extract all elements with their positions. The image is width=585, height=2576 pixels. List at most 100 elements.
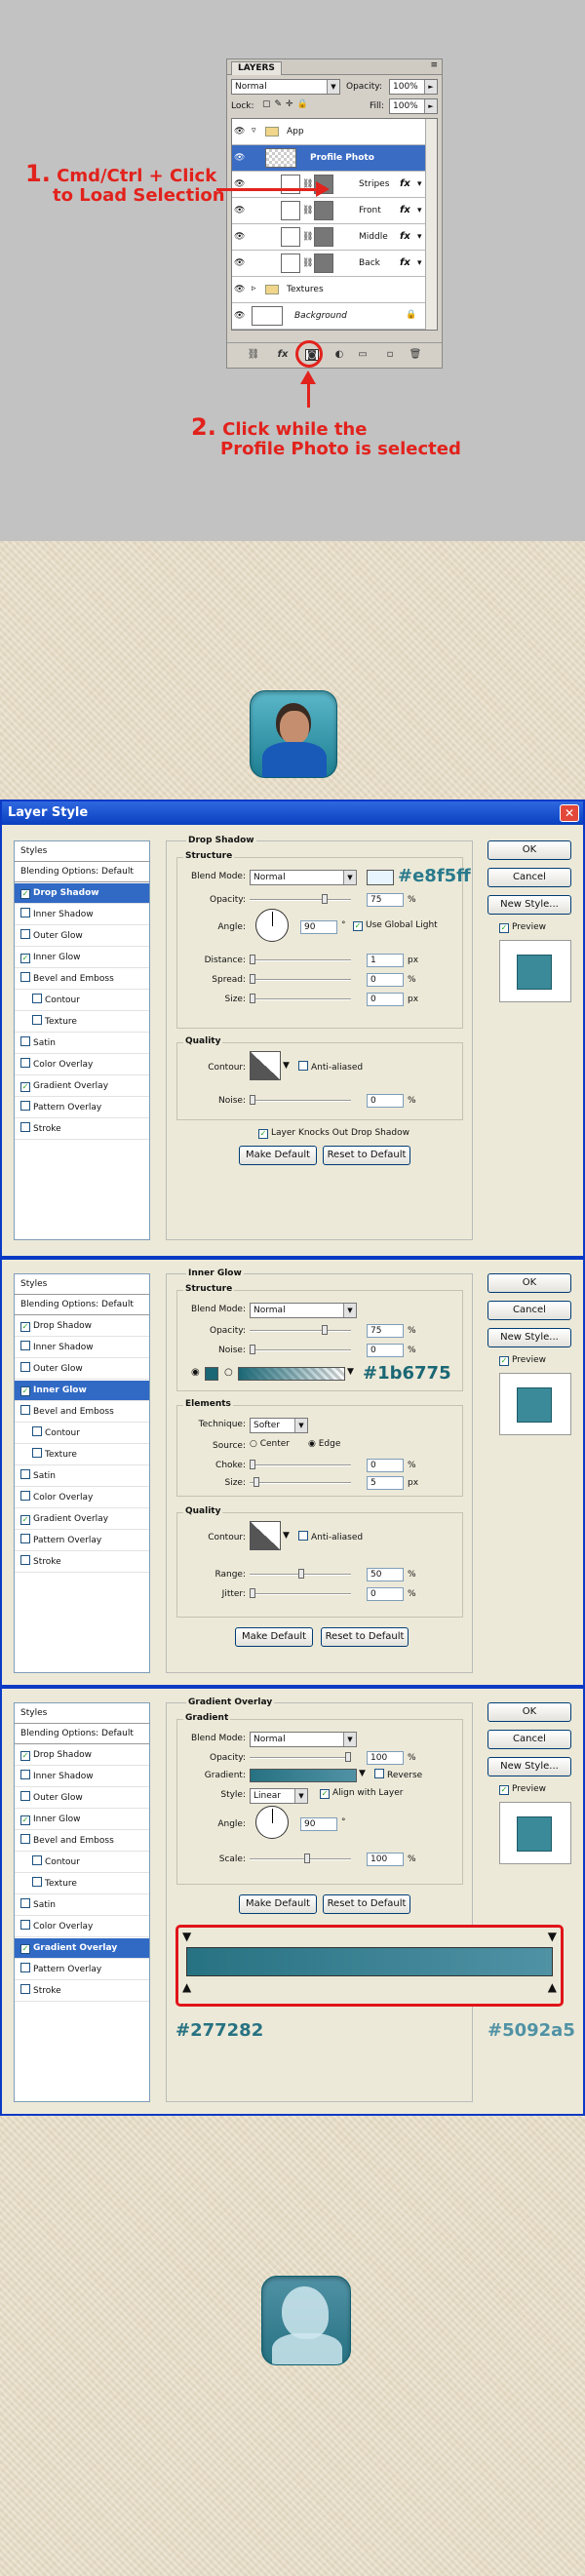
eye-icon[interactable]: 👁 [234,286,246,294]
cancel-button[interactable]: Cancel [488,1730,571,1749]
style-item-inner-glow[interactable]: ✓ Inner Glow [15,1381,149,1401]
eye-icon[interactable]: 👁 [234,154,246,163]
layers-tab[interactable]: LAYERS [231,61,282,75]
checkbox-icon[interactable] [20,1791,30,1801]
style-item-satin[interactable]: Satin [15,1466,149,1487]
fx-icon[interactable]: fx [400,257,410,268]
style-item-texture[interactable]: Texture [15,1874,149,1894]
blending-options[interactable]: Blending Options: Default [15,1295,149,1315]
layer-row-back[interactable]: 👁 ⛓ Back fx ▾ [232,251,427,277]
style-item-stroke[interactable]: Stroke [15,1981,149,2002]
triangle-down-icon[interactable]: ▿ [252,126,256,136]
eye-icon[interactable]: 👁 [234,180,246,189]
style-item-satin[interactable]: Satin [15,1895,149,1916]
slider-thumb[interactable] [298,1569,304,1579]
shadow-color-swatch[interactable] [367,870,394,885]
style-item-outer-glow[interactable]: Outer Glow [15,1788,149,1809]
checkbox-icon[interactable] [32,1015,42,1025]
style-item-stroke[interactable]: Stroke [15,1119,149,1140]
checkbox-checked-icon[interactable]: ✓ [20,889,30,899]
lock-icons[interactable]: ▢✎✛🔒 [262,99,312,109]
scale-input[interactable]: 100 [367,1853,404,1866]
checkbox-checked-icon[interactable]: ✓ [258,1129,268,1139]
style-item-pattern-overlay[interactable]: Pattern Overlay [15,1098,149,1118]
blending-options[interactable]: Blending Options: Default [15,862,149,882]
technique-select[interactable]: Softer ▼ [250,1418,308,1433]
style-item-gradient-overlay[interactable]: ✓ Gradient Overlay [15,1509,149,1530]
opacity-slider[interactable] [250,1752,351,1762]
color-stop-icon[interactable]: ▲ [548,1980,557,1994]
layer-row-profile-photo[interactable]: 👁 Profile Photo [232,145,427,172]
radio-selected-icon[interactable]: ◉ [191,1367,200,1378]
style-item-drop-shadow[interactable]: ✓ Drop Shadow [15,1316,149,1337]
style-item-inner-glow[interactable]: ✓ Inner Glow [15,1810,149,1830]
make-default-button[interactable]: Make Default [239,1894,317,1914]
new-group-icon[interactable]: ▭ [356,349,370,361]
eye-icon[interactable]: 👁 [234,128,246,137]
checkbox-icon[interactable] [20,1770,30,1779]
slider-thumb[interactable] [345,1752,351,1762]
ok-button[interactable]: OK [488,840,571,860]
styles-header[interactable]: Styles [15,1703,149,1724]
style-item-bevel-emboss[interactable]: Bevel and Emboss [15,969,149,990]
layer-thumbnail[interactable] [281,201,300,220]
slider-thumb[interactable] [250,1095,255,1105]
checkbox-icon[interactable] [20,1963,30,1972]
chevron-down-icon[interactable]: ▼ [283,1061,290,1071]
blend-mode-select[interactable]: Normal ▼ [250,1732,357,1747]
chevron-down-icon[interactable]: ▾ [417,232,422,242]
checkbox-icon[interactable] [32,1855,42,1865]
fx-icon[interactable]: fx [400,231,410,242]
styles-header[interactable]: Styles [15,1274,149,1295]
checkbox-checked-icon[interactable]: ✓ [20,1515,30,1525]
gradient-style-select[interactable]: Linear ▼ [250,1788,308,1804]
eye-icon[interactable]: 👁 [234,207,246,215]
new-layer-icon[interactable]: ▫ [383,349,397,361]
checkbox-checked-icon[interactable]: ✓ [20,1082,30,1092]
new-style-button[interactable]: New Style... [488,1757,571,1776]
distance-slider[interactable] [250,955,351,964]
checkbox-icon[interactable] [20,1405,30,1415]
spread-slider[interactable] [250,974,351,984]
glow-gradient-swatch[interactable] [238,1367,345,1381]
style-item-color-overlay[interactable]: Color Overlay [15,1488,149,1508]
style-item-texture[interactable]: Texture [15,1012,149,1033]
checkbox-icon[interactable] [20,1555,30,1565]
angle-input[interactable]: 90 [300,1817,337,1831]
checkbox-icon[interactable] [20,1469,30,1479]
opacity-stop-icon[interactable]: ▼ [548,1930,557,1943]
style-item-texture[interactable]: Texture [15,1445,149,1465]
scale-slider[interactable] [250,1854,351,1863]
checkbox-icon[interactable] [32,994,42,1003]
gradient-bar[interactable] [186,1947,553,1976]
distance-input[interactable]: 1 [367,954,404,967]
blending-options[interactable]: Blending Options: Default [15,1724,149,1744]
slider-thumb[interactable] [250,994,255,1003]
checkbox-checked-icon[interactable]: ✓ [499,1785,509,1795]
chevron-down-icon[interactable]: ▾ [417,206,422,215]
style-item-inner-shadow[interactable]: Inner Shadow [15,905,149,925]
noise-slider[interactable] [250,1345,351,1354]
preview-option[interactable]: ✓ Preview [499,922,546,933]
checkbox-checked-icon[interactable]: ✓ [20,954,30,963]
slider-thumb[interactable] [304,1854,310,1863]
layer-row-background[interactable]: 👁 Background 🔒 [232,303,427,330]
angle-input[interactable]: 90 [300,920,337,934]
panel-menu-icon[interactable]: ≡ [430,60,438,70]
style-item-inner-shadow[interactable]: Inner Shadow [15,1338,149,1358]
style-item-outer-glow[interactable]: Outer Glow [15,926,149,947]
fill-input[interactable]: 100% ► [389,98,438,114]
opacity-input[interactable]: 75 [367,893,404,907]
opacity-input[interactable]: 75 [367,1324,404,1338]
slider-thumb[interactable] [250,1345,255,1354]
ok-button[interactable]: OK [488,1273,571,1293]
checkbox-icon[interactable] [20,929,30,939]
style-item-contour[interactable]: Contour [15,1853,149,1873]
angle-dial[interactable] [255,1806,289,1839]
slider-thumb[interactable] [250,974,255,984]
checkbox-icon[interactable] [20,1834,30,1844]
color-stop-icon[interactable]: ▲ [182,1980,191,1994]
align-with-layer-option[interactable]: ✓ Align with Layer [320,1788,403,1799]
chevron-down-icon[interactable]: ▾ [417,179,422,189]
preview-option[interactable]: ✓ Preview [499,1355,546,1366]
